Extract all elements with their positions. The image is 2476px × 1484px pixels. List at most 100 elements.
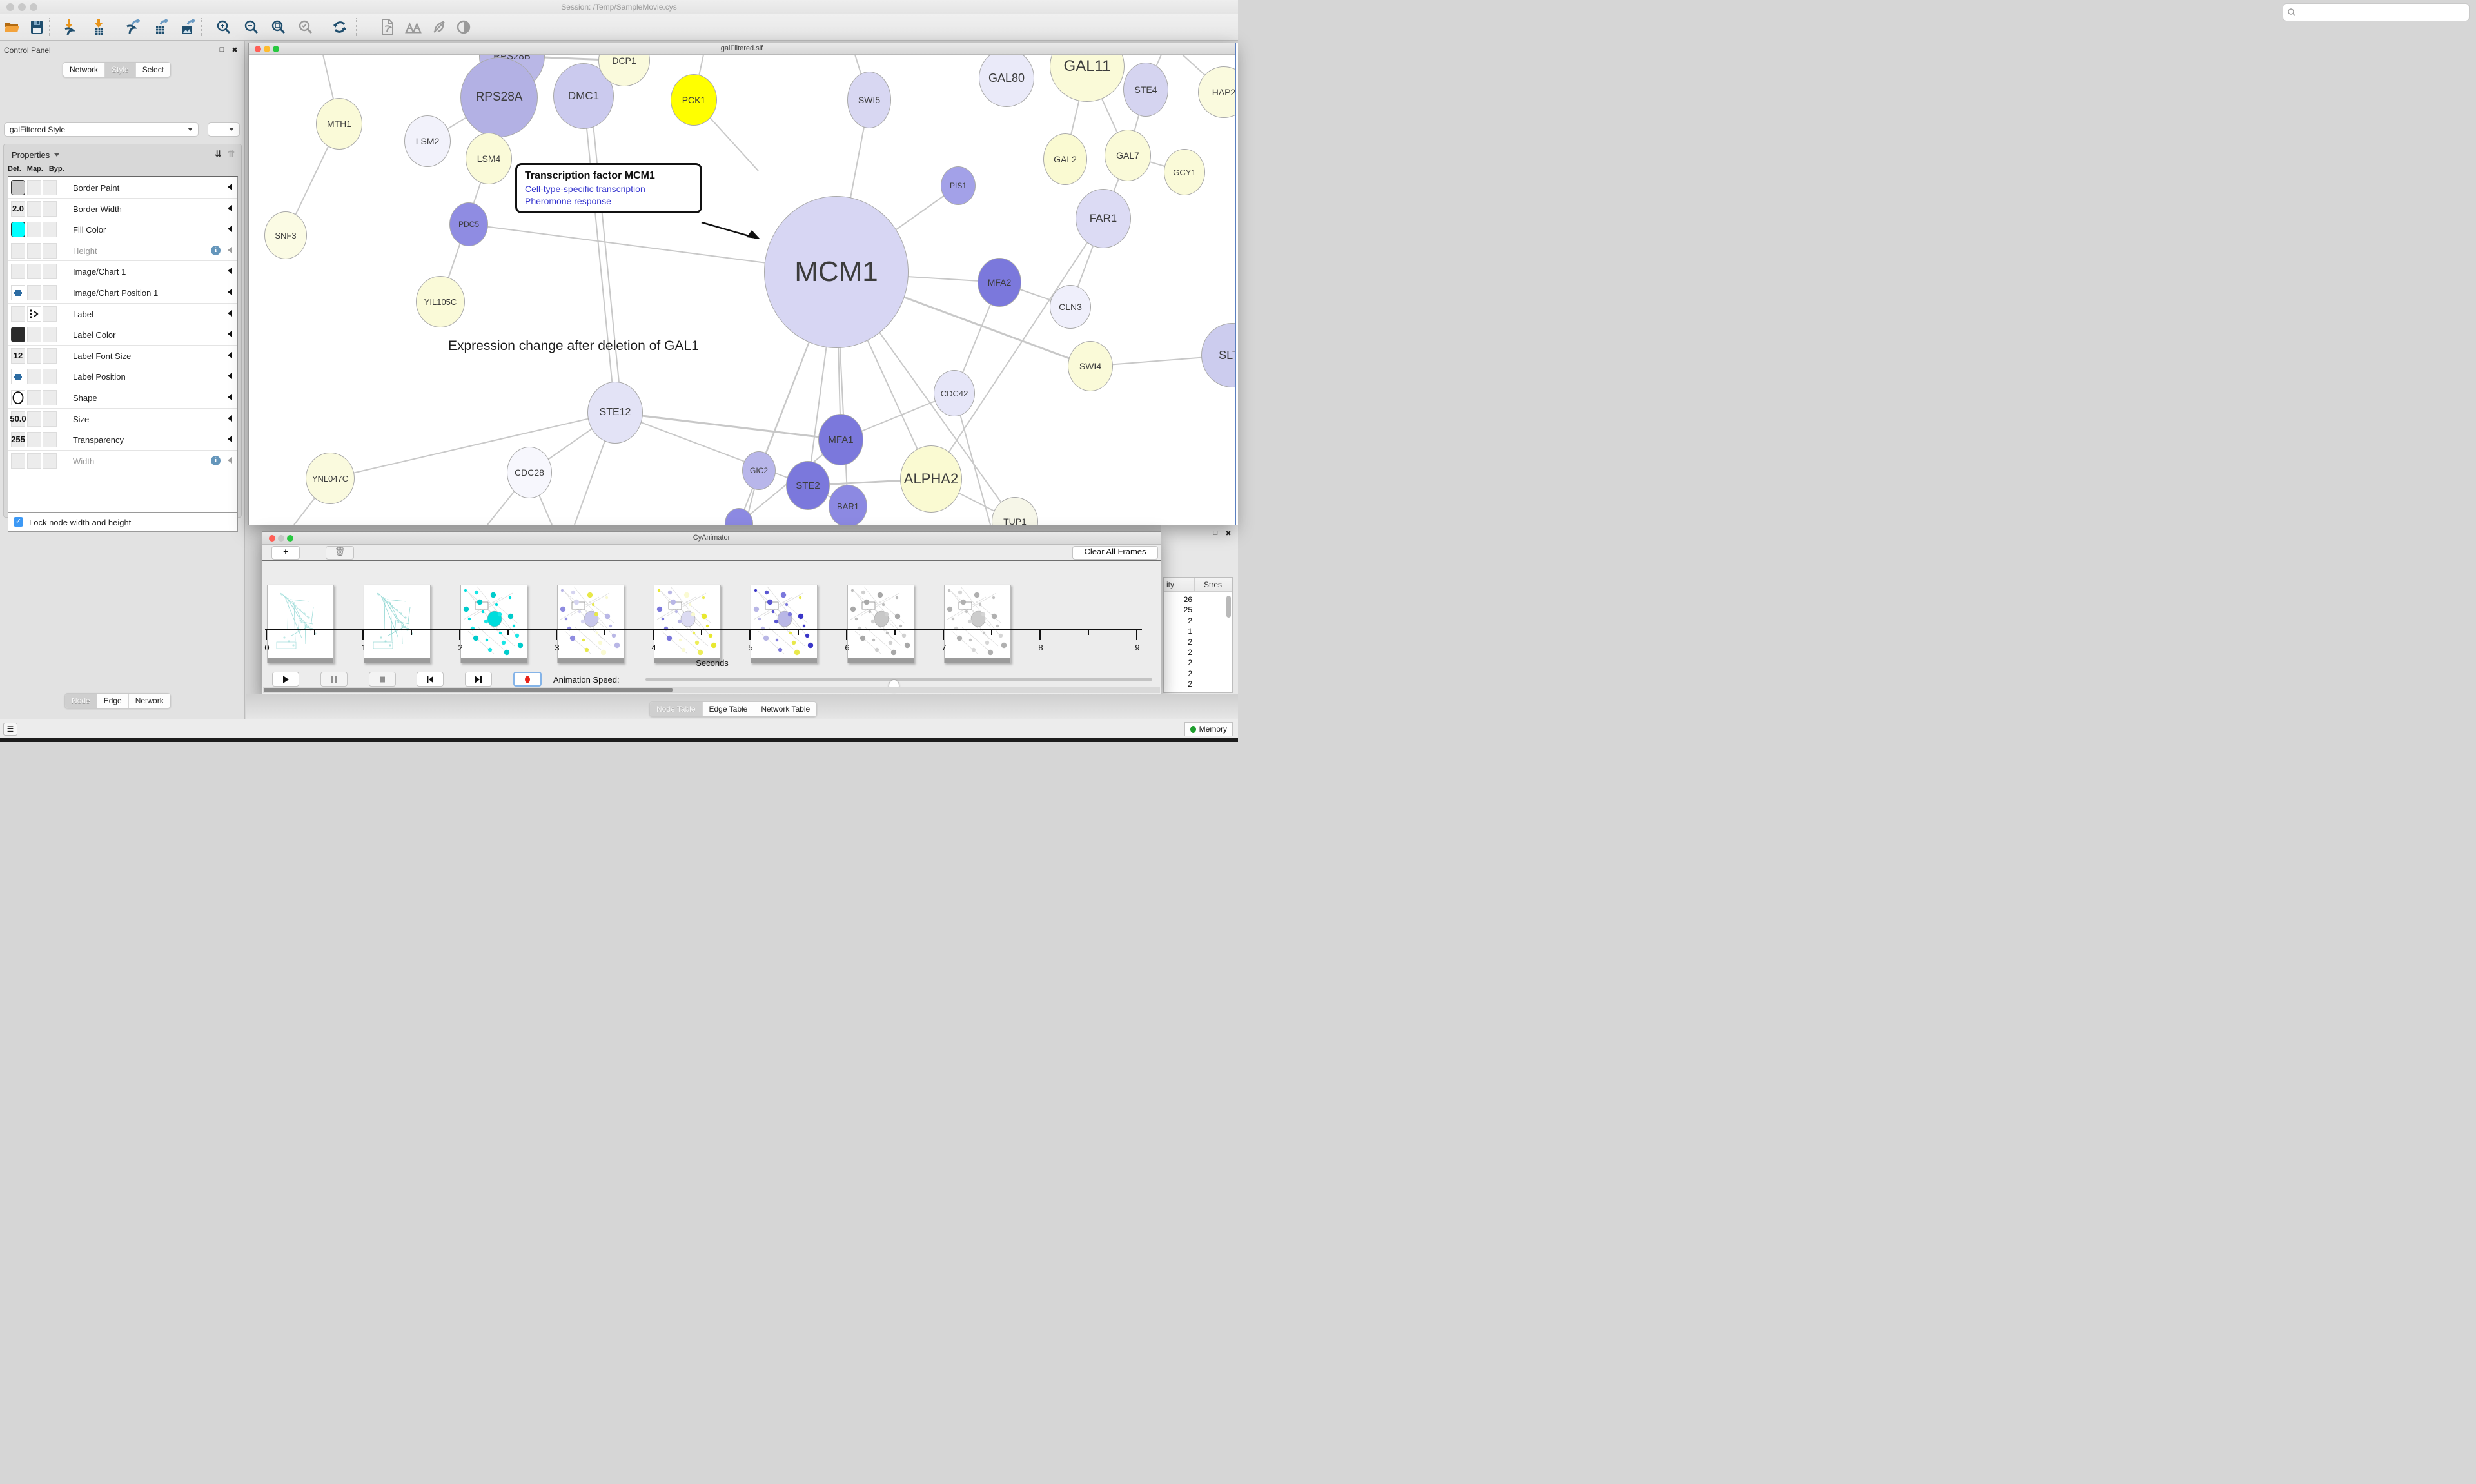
expand-row-icon[interactable] [228, 415, 232, 422]
annotation-box[interactable]: Transcription factor MCM1 Cell-type-spec… [515, 163, 702, 213]
frame-thumbnail-1[interactable] [364, 585, 431, 663]
mapping-cell[interactable] [27, 432, 41, 447]
network-node-gal7[interactable]: GAL7 [1105, 130, 1151, 181]
table-cell[interactable]: 25 [1166, 605, 1192, 614]
search-input[interactable] [2283, 3, 2470, 21]
expand-row-icon[interactable] [228, 226, 232, 232]
property-row-size[interactable]: 50.0Size [8, 409, 237, 430]
property-row-label-position[interactable]: Label Position [8, 366, 237, 387]
network-node-far1[interactable]: FAR1 [1076, 189, 1131, 248]
frame-thumbnail-7[interactable] [944, 585, 1011, 663]
mapping-cell[interactable] [27, 411, 41, 427]
table-cell[interactable]: 2 [1166, 638, 1192, 647]
expand-row-icon[interactable] [228, 247, 232, 253]
add-frame-button[interactable]: + [271, 546, 300, 560]
tab-edge[interactable]: Edge [97, 694, 129, 708]
info-icon[interactable]: i [211, 246, 221, 255]
zoom-selected-icon[interactable] [297, 18, 314, 36]
table-cell[interactable]: 26 [1166, 595, 1192, 604]
bypass-cell[interactable] [43, 201, 57, 217]
previous-frame-button[interactable] [417, 672, 444, 687]
default-cell[interactable] [11, 264, 25, 279]
position-icon[interactable] [11, 369, 25, 384]
import-network-icon[interactable] [61, 18, 77, 36]
hide-graphics-icon[interactable] [431, 18, 447, 36]
play-button[interactable] [272, 672, 299, 687]
expand-row-icon[interactable] [228, 352, 232, 358]
expand-all-icon[interactable]: ⇊ [215, 149, 222, 159]
bypass-cell[interactable] [43, 411, 57, 427]
open-session-icon[interactable] [4, 18, 21, 36]
tab-style[interactable]: Style [105, 63, 136, 77]
network-node-mfa2[interactable]: MFA2 [978, 258, 1021, 307]
task-history-icon[interactable]: ☰ [3, 723, 17, 736]
network-node-ste2[interactable]: STE2 [786, 461, 830, 510]
network-node-ste4[interactable]: STE4 [1123, 63, 1168, 117]
bypass-cell[interactable] [43, 306, 57, 322]
record-button[interactable] [513, 672, 542, 687]
expand-row-icon[interactable] [228, 205, 232, 211]
network-node-yil105c[interactable]: YIL105C [416, 276, 465, 327]
column-header[interactable]: ity [1166, 580, 1174, 589]
ellipse-icon[interactable] [11, 390, 25, 405]
network-node-pis1[interactable]: PIS1 [941, 166, 976, 205]
network-file-icon[interactable] [379, 18, 396, 36]
property-row-label-font-size[interactable]: 12Label Font Size [8, 346, 237, 367]
caption-text[interactable]: Expression change after deletion of GAL1 [448, 338, 699, 354]
bypass-cell[interactable] [43, 264, 57, 279]
mapping-icon[interactable] [27, 306, 41, 322]
expand-row-icon[interactable] [228, 436, 232, 442]
frames-timeline[interactable]: 0123456789 Seconds [262, 563, 1161, 671]
property-row-border-width[interactable]: 2.0Border Width [8, 199, 237, 220]
zoom-out-icon[interactable] [243, 18, 260, 36]
property-row-border-paint[interactable]: Border Paint [8, 177, 237, 199]
network-node-lsm4[interactable]: LSM4 [466, 133, 512, 184]
frame-thumbnail-6[interactable] [847, 585, 914, 663]
network-node-cdc42[interactable]: CDC42 [934, 370, 975, 416]
table-cell[interactable]: 2 [1166, 669, 1192, 678]
expand-row-icon[interactable] [228, 331, 232, 337]
zoom-fit-icon[interactable] [270, 18, 287, 36]
network-node-pck1[interactable]: PCK1 [671, 74, 717, 126]
frame-thumbnail-2[interactable] [460, 585, 527, 663]
table-cell[interactable]: 2 [1166, 616, 1192, 625]
network-node-ynl047c[interactable]: YNL047C [306, 453, 355, 504]
mapping-cell[interactable] [27, 201, 41, 217]
bypass-cell[interactable] [43, 180, 57, 195]
mapping-cell[interactable] [27, 222, 41, 237]
property-row-label-color[interactable]: Label Color [8, 324, 237, 346]
style-options-button[interactable] [208, 122, 240, 137]
column-header[interactable]: Stres [1204, 580, 1222, 589]
mapping-cell[interactable] [27, 390, 41, 405]
mapping-cell[interactable] [27, 285, 41, 300]
network-node-bar1[interactable]: BAR1 [829, 485, 867, 525]
network-node-gal2[interactable]: GAL2 [1043, 133, 1087, 185]
network-node-lsm2[interactable]: LSM2 [404, 115, 451, 167]
bypass-cell[interactable] [43, 348, 57, 364]
style-selector[interactable]: galFiltered Style [4, 122, 199, 137]
network-node-mcm1[interactable]: MCM1 [764, 196, 909, 348]
bypass-cell[interactable] [43, 327, 57, 342]
network-node-swi4[interactable]: SWI4 [1068, 341, 1113, 391]
table-cell[interactable]: 2 [1166, 679, 1192, 688]
mapping-cell[interactable] [27, 327, 41, 342]
stop-button[interactable] [369, 672, 396, 687]
frame-thumbnail-3[interactable] [557, 585, 624, 663]
network-node-rps28a[interactable]: RPS28A [460, 57, 538, 137]
horizontal-scrollbar[interactable] [263, 687, 1160, 693]
default-cell[interactable] [11, 453, 25, 469]
mapping-cell[interactable] [27, 348, 41, 364]
tab-network-table[interactable]: Network Table [754, 702, 816, 716]
info-icon[interactable]: i [211, 456, 221, 465]
export-image-icon[interactable] [179, 18, 196, 36]
frame-thumbnail-4[interactable] [654, 585, 721, 663]
default-cell[interactable] [11, 306, 25, 322]
expand-row-icon[interactable] [228, 289, 232, 295]
tab-node[interactable]: Node [65, 694, 97, 708]
expand-row-icon[interactable] [228, 310, 232, 317]
lock-size-checkbox[interactable]: ✓ [14, 517, 23, 527]
tab-network[interactable]: Network [129, 694, 170, 708]
bypass-cell[interactable] [43, 243, 57, 259]
first-neighbors-icon[interactable] [405, 18, 422, 36]
color-swatch[interactable] [11, 180, 25, 195]
